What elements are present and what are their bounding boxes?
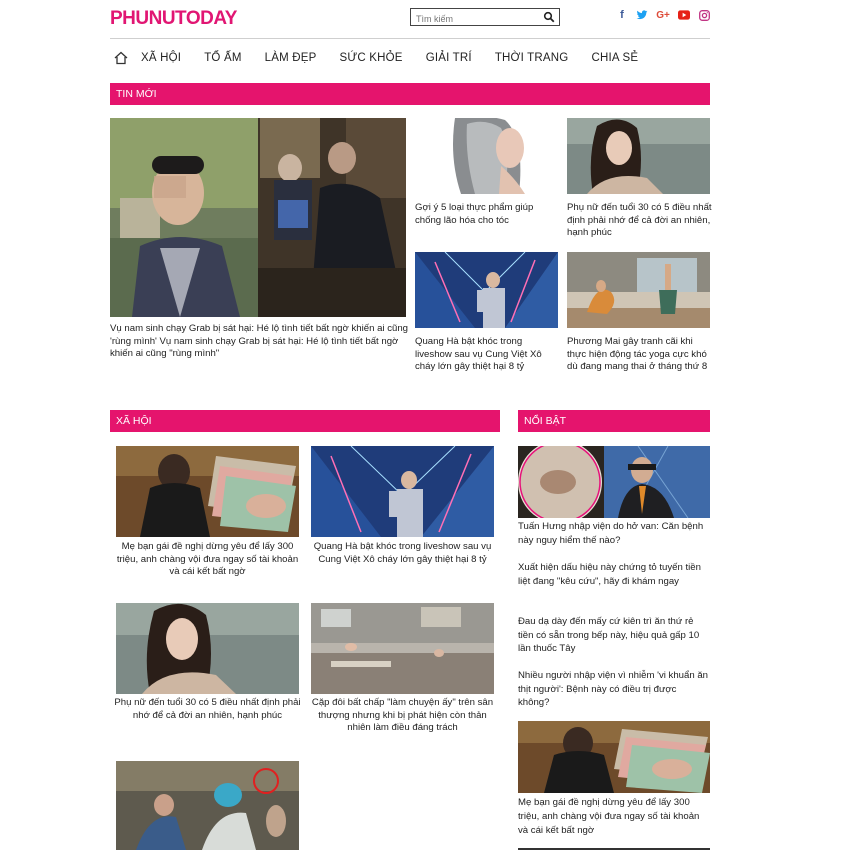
section-title-tin-moi[interactable]: TIN MỚI [110,83,710,105]
xa-hoi-title-quang-ha[interactable]: Quang Hà bật khóc trong liveshow sau vụ … [309,541,496,566]
nav-item-chia-se[interactable]: CHIA SẺ [591,52,638,64]
article-image-hair[interactable] [415,118,558,194]
main-nav: XÃ HỘI TỔ ẤM LÀM ĐẸP SỨC KHỎE GIẢI TRÍ T… [110,46,661,70]
featured-article-title[interactable]: Vụ nam sinh chạy Grab bị sát hại: Hé lộ … [110,323,408,361]
noi-bat-link-3[interactable]: Nhiều người nhập viện vì nhiễm 'vi khuẩn… [518,669,710,710]
twitter-icon[interactable] [636,9,648,21]
section-title-noi-bat[interactable]: NỔI BẬT [518,410,710,432]
nav-item-lam-dep[interactable]: LÀM ĐẸP [265,52,317,64]
site-logo[interactable]: PHUNUTODAY [110,8,237,30]
xa-hoi-image-rooftop[interactable] [311,603,494,694]
article-image-concert[interactable] [415,252,558,328]
noi-bat-link-2[interactable]: Đau dạ dày đến mấy cứ kiên trì ăn thứ rẻ… [518,615,710,656]
xa-hoi-image-cctv[interactable] [116,761,299,850]
search-icon[interactable] [543,11,555,23]
article-title-phuong-mai[interactable]: Phương Mai gây tranh cãi khi thực hiện đ… [567,336,712,374]
article-image-yoga[interactable] [567,252,710,328]
nav-item-to-am[interactable]: TỔ ẤM [204,52,241,64]
nav-item-suc-khoe[interactable]: SỨC KHỎE [340,52,403,64]
nav-item-giai-tri[interactable]: GIẢI TRÍ [426,52,472,64]
noi-bat-title-money[interactable]: Mẹ bạn gái đề nghị dừng yêu để lấy 300 t… [518,796,710,838]
noi-bat-image-tuan-hung[interactable] [518,446,710,518]
noi-bat-title-tuan-hung[interactable]: Tuấn Hưng nhập viện do hở van: Căn bệnh … [518,520,710,548]
home-icon[interactable] [113,50,129,66]
header-divider [110,38,710,39]
youtube-icon[interactable] [678,9,690,21]
featured-article-image[interactable] [110,118,406,317]
article-image-woman-lake[interactable] [567,118,710,194]
search-box [410,8,560,27]
xa-hoi-title-money[interactable]: Mẹ bạn gái đề nghị dừng yêu để lấy 300 t… [114,541,301,579]
article-title-hair[interactable]: Gợi ý 5 loại thực phẩm giúp chống lão hó… [415,202,560,227]
nav-item-thoi-trang[interactable]: THỜI TRANG [495,52,569,64]
google-plus-icon[interactable]: G+ [656,9,670,21]
instagram-icon[interactable] [698,9,710,21]
facebook-icon[interactable]: f [616,9,628,21]
xa-hoi-image-woman[interactable] [116,603,299,694]
article-title-quang-ha[interactable]: Quang Hà bật khóc trong liveshow sau vụ … [415,336,560,374]
xa-hoi-image-concert[interactable] [311,446,494,537]
xa-hoi-title-woman-30[interactable]: Phụ nữ đến tuổi 30 có 5 điều nhất định p… [114,697,301,722]
xa-hoi-image-money[interactable] [116,446,299,537]
article-title-woman-30[interactable]: Phụ nữ đến tuổi 30 có 5 điều nhất định p… [567,202,712,240]
nav-item-xa-hoi[interactable]: XÃ HỘI [141,52,181,64]
social-links: f G+ [616,9,710,21]
site-header: PHUNUTODAY f G+ [110,0,710,38]
noi-bat-link-1[interactable]: Xuất hiện dấu hiệu này chứng tỏ tuyến ti… [518,561,710,588]
xa-hoi-title-rooftop[interactable]: Cặp đôi bất chấp "làm chuyện ấy" trên sâ… [309,697,496,735]
noi-bat-image-money[interactable] [518,721,710,793]
search-input[interactable] [411,11,537,27]
section-title-xa-hoi[interactable]: XÃ HỘI [110,410,500,432]
